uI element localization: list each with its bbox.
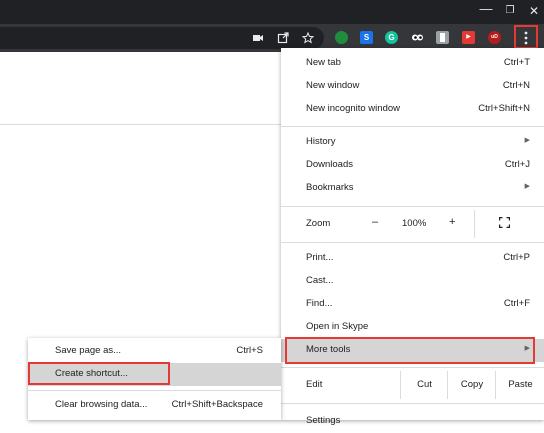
menu-item-label: Cast... bbox=[306, 275, 334, 286]
submenu-item-clear-browsing-data[interactable]: Clear browsing data... Ctrl+Shift+Backsp… bbox=[28, 394, 281, 417]
menu-item-label: New incognito window bbox=[306, 103, 400, 114]
paste-button[interactable]: Paste bbox=[495, 371, 544, 399]
page-divider bbox=[0, 124, 282, 125]
menu-item-shortcut: Ctrl+J bbox=[504, 159, 530, 170]
menu-separator bbox=[281, 403, 544, 404]
menu-item-shortcut: Ctrl+F bbox=[503, 298, 530, 309]
menu-item-label: New window bbox=[306, 80, 360, 91]
zoom-in-button[interactable]: + bbox=[449, 216, 455, 228]
submenu-item-label: Save page as... bbox=[55, 345, 122, 356]
camera-icon[interactable] bbox=[252, 32, 264, 44]
menu-item-label: Settings bbox=[306, 415, 341, 426]
zoom-out-button[interactable]: – bbox=[372, 216, 378, 228]
menu-item-label: Bookmarks bbox=[306, 182, 354, 193]
menu-item-bookmarks[interactable]: Bookmarks ▶ bbox=[281, 177, 544, 200]
minimize-button[interactable]: — bbox=[478, 1, 494, 17]
star-icon[interactable] bbox=[301, 31, 315, 44]
zoom-label: Zoom bbox=[306, 218, 331, 229]
more-tools-highlight bbox=[285, 337, 535, 364]
menu-item-new-incognito-window[interactable]: New incognito window Ctrl+Shift+N bbox=[281, 98, 544, 121]
menu-item-shortcut: Ctrl+Shift+N bbox=[478, 103, 530, 114]
copy-label: Copy bbox=[460, 379, 484, 390]
zoom-control: Zoom – 100% + bbox=[281, 210, 544, 238]
menu-item-shortcut: Ctrl+T bbox=[503, 57, 530, 68]
menu-separator bbox=[281, 126, 544, 127]
menu-separator bbox=[281, 242, 544, 243]
menu-item-history[interactable]: History ▶ bbox=[281, 131, 544, 154]
green-dot-extension-icon[interactable] bbox=[335, 31, 348, 44]
bookmark-extension-icon[interactable] bbox=[436, 31, 449, 44]
edit-control: Edit Cut Copy Paste bbox=[281, 371, 544, 399]
browser-menu-button[interactable] bbox=[514, 25, 538, 49]
menu-item-settings[interactable]: Settings bbox=[281, 410, 544, 433]
edit-label: Edit bbox=[306, 379, 323, 390]
menu-item-downloads[interactable]: Downloads Ctrl+J bbox=[281, 154, 544, 177]
menu-item-open-in-skype[interactable]: Open in Skype bbox=[281, 316, 544, 339]
submenu-item-save-page-as[interactable]: Save page as... Ctrl+S bbox=[28, 340, 281, 363]
zoom-divider bbox=[474, 210, 475, 238]
close-button[interactable]: ✕ bbox=[526, 3, 542, 19]
menu-item-shortcut: Ctrl+N bbox=[502, 80, 530, 91]
cut-button[interactable]: Cut bbox=[400, 371, 448, 399]
more-vertical-icon bbox=[524, 31, 528, 45]
skype-extension-icon[interactable]: S bbox=[360, 31, 373, 44]
fullscreen-icon[interactable] bbox=[498, 216, 511, 229]
menu-item-label: Open in Skype bbox=[306, 321, 369, 332]
submenu-item-shortcut: Ctrl+Shift+Backspace bbox=[171, 399, 263, 410]
create-shortcut-highlight bbox=[28, 362, 170, 385]
youtube-extension-icon[interactable]: ▶ bbox=[462, 31, 475, 44]
copy-button[interactable]: Copy bbox=[447, 371, 496, 399]
ublock-extension-icon[interactable]: uD bbox=[488, 31, 501, 44]
restore-button[interactable]: ❐ bbox=[502, 3, 518, 19]
menu-separator bbox=[281, 367, 544, 368]
menu-separator bbox=[281, 206, 544, 207]
menu-item-shortcut: Ctrl+P bbox=[503, 252, 530, 263]
submenu-arrow-icon: ▶ bbox=[524, 183, 530, 190]
submenu-separator bbox=[28, 390, 281, 391]
submenu-arrow-icon: ▶ bbox=[524, 137, 530, 144]
menu-item-new-window[interactable]: New window Ctrl+N bbox=[281, 75, 544, 98]
menu-item-new-tab[interactable]: New tab Ctrl+T bbox=[281, 52, 544, 75]
menu-item-label: History bbox=[306, 136, 336, 147]
title-bar: — ❐ ✕ bbox=[0, 0, 544, 24]
menu-item-find[interactable]: Find... Ctrl+F bbox=[281, 293, 544, 316]
menu-item-label: New tab bbox=[306, 57, 341, 68]
cut-label: Cut bbox=[417, 379, 432, 390]
menu-item-label: Print... bbox=[306, 252, 334, 263]
menu-item-cast[interactable]: Cast... bbox=[281, 270, 544, 293]
eyes-extension-icon[interactable] bbox=[411, 31, 424, 44]
submenu-item-shortcut: Ctrl+S bbox=[236, 345, 263, 356]
address-bar[interactable] bbox=[0, 27, 324, 49]
menu-item-label: Downloads bbox=[306, 159, 353, 170]
share-icon[interactable] bbox=[277, 32, 289, 44]
menu-item-print[interactable]: Print... Ctrl+P bbox=[281, 247, 544, 270]
grammarly-extension-icon[interactable]: G bbox=[385, 31, 398, 44]
menu-item-label: Find... bbox=[306, 298, 333, 309]
zoom-level: 100% bbox=[402, 218, 427, 229]
paste-label: Paste bbox=[508, 379, 533, 390]
submenu-item-label: Clear browsing data... bbox=[55, 399, 148, 410]
browser-main-menu: New tab Ctrl+T New window Ctrl+N New inc… bbox=[281, 48, 544, 426]
